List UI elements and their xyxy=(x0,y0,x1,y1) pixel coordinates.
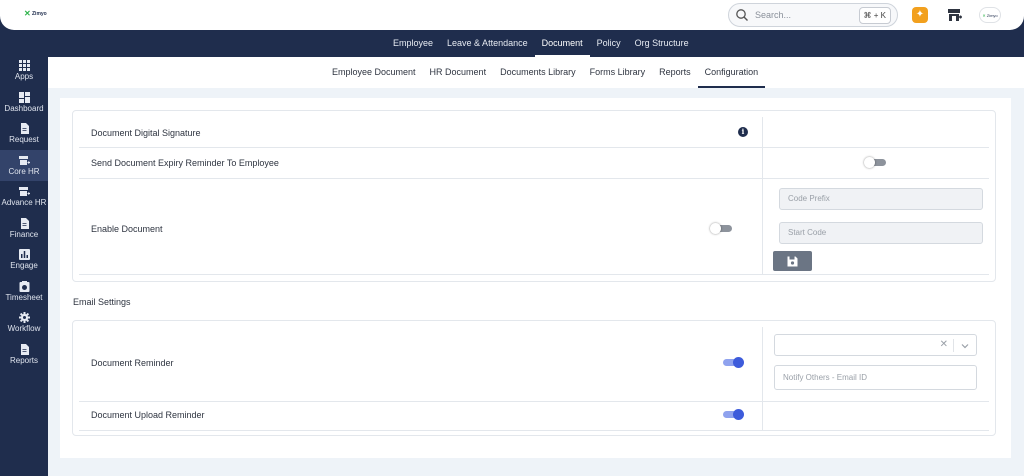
sidebar-item-label: Timesheet xyxy=(5,292,43,302)
sidebar-item-label: Advance HR xyxy=(1,198,47,208)
select-separator xyxy=(953,339,954,352)
search-icon xyxy=(736,9,748,21)
company-logo[interactable]: ✕ Zimyo xyxy=(979,7,1001,23)
sidebar-item-request[interactable]: Request xyxy=(0,118,48,150)
sidebar-item-apps[interactable]: Apps xyxy=(0,55,48,87)
sidebar-item-label: Dashboard xyxy=(4,103,44,113)
app-logo[interactable]: ✕ Zimyo xyxy=(24,9,47,18)
column-divider xyxy=(762,178,763,274)
row-divider xyxy=(79,178,989,179)
upload-reminder-label: Document Upload Reminder xyxy=(91,410,205,420)
reports-document-icon xyxy=(20,343,29,355)
tab-employee-document[interactable]: Employee Document xyxy=(325,57,423,88)
company-logo-mark-icon: ✕ xyxy=(982,12,986,18)
sidebar-item-label: Core HR xyxy=(8,166,40,176)
search-shortcut-badge: ⌘ + K xyxy=(858,6,891,24)
sidebar-item-label: Workflow xyxy=(7,324,41,334)
request-document-icon xyxy=(20,123,29,135)
engage-chart-icon xyxy=(18,249,30,261)
main-nav-document[interactable]: Document xyxy=(534,30,590,57)
column-divider xyxy=(762,327,763,401)
configuration-panel: Document Digital Signature i Send Docume… xyxy=(60,98,1011,458)
row-divider xyxy=(79,147,989,148)
upload-reminder-toggle[interactable] xyxy=(721,409,744,420)
company-logo-text: Zimyo xyxy=(986,12,998,18)
save-button[interactable] xyxy=(773,251,812,271)
zimyo-logo-icon: ✕ xyxy=(24,9,31,18)
main-nav-employee[interactable]: Employee xyxy=(386,30,440,57)
sidebar-item-label: Engage xyxy=(10,261,38,271)
timesheet-icon xyxy=(19,280,29,292)
row-divider xyxy=(79,274,989,275)
search-bar[interactable]: Search... ⌘ + K xyxy=(728,3,898,27)
core-hr-shop-icon xyxy=(18,155,30,165)
main-nav: Employee Leave & Attendance Document Pol… xyxy=(48,30,1024,57)
email-settings-card: Document Reminder ✕ Notify Others - Emai… xyxy=(72,320,996,436)
chevron-down-icon[interactable] xyxy=(960,341,970,351)
sidebar-item-advance-hr[interactable]: Advance HR xyxy=(0,181,48,213)
finance-document-icon xyxy=(20,217,29,229)
row-divider xyxy=(79,430,989,431)
sub-nav: Employee Document HR Document Documents … xyxy=(48,57,1024,88)
notify-others-email-input[interactable]: Notify Others - Email ID xyxy=(774,365,977,390)
sidebar-item-label: Reports xyxy=(9,355,38,365)
document-settings-card: Document Digital Signature i Send Docume… xyxy=(72,110,996,282)
enable-document-label: Enable Document xyxy=(91,224,163,234)
advance-hr-shop-icon xyxy=(18,187,30,197)
code-prefix-input[interactable]: Code Prefix xyxy=(779,188,983,210)
store-icon[interactable] xyxy=(947,7,963,23)
tab-documents-library[interactable]: Documents Library xyxy=(493,57,583,88)
column-divider xyxy=(762,117,763,147)
top-bar: ✕ Zimyo Search... ⌘ + K ✦ ✕ Zimyo xyxy=(0,0,1024,30)
digital-signature-label: Document Digital Signature xyxy=(91,128,201,138)
tab-hr-document[interactable]: HR Document xyxy=(423,57,494,88)
sidebar-item-reports[interactable]: Reports xyxy=(0,339,48,371)
info-icon[interactable]: i xyxy=(738,127,748,137)
email-settings-title: Email Settings xyxy=(73,297,131,307)
ai-sparkle-icon[interactable]: ✦ xyxy=(912,7,928,23)
content-area: Document Digital Signature i Send Docume… xyxy=(48,88,1024,476)
sidebar-item-label: Apps xyxy=(14,72,34,82)
sidebar-item-core-hr[interactable]: Core HR xyxy=(0,149,48,181)
document-reminder-toggle[interactable] xyxy=(721,357,744,368)
tab-reports[interactable]: Reports xyxy=(652,57,698,88)
sidebar-item-engage[interactable]: Engage xyxy=(0,244,48,276)
expiry-reminder-label: Send Document Expiry Reminder To Employe… xyxy=(91,158,279,168)
dashboard-icon xyxy=(18,91,30,103)
main-nav-leave-attendance[interactable]: Leave & Attendance xyxy=(440,30,535,57)
sidebar-item-label: Request xyxy=(9,135,39,145)
row-divider xyxy=(79,401,989,402)
document-reminder-label: Document Reminder xyxy=(91,358,174,368)
apps-grid-icon xyxy=(18,60,30,72)
enable-document-toggle[interactable] xyxy=(710,223,732,234)
reminder-recipient-select[interactable]: ✕ xyxy=(774,334,977,356)
expiry-reminder-toggle[interactable] xyxy=(864,157,886,168)
logo-text: Zimyo xyxy=(32,10,47,17)
sidebar-item-label: Finance xyxy=(9,229,39,239)
start-code-input[interactable]: Start Code xyxy=(779,222,983,244)
sidebar-item-timesheet[interactable]: Timesheet xyxy=(0,276,48,308)
main-nav-org-structure[interactable]: Org Structure xyxy=(628,30,696,57)
sidebar-item-dashboard[interactable]: Dashboard xyxy=(0,87,48,119)
tab-configuration[interactable]: Configuration xyxy=(697,57,766,88)
search-input[interactable]: Search... xyxy=(755,10,859,20)
floppy-disk-icon xyxy=(787,256,798,266)
workflow-gear-icon xyxy=(18,312,30,324)
tab-forms-library[interactable]: Forms Library xyxy=(583,57,653,88)
clear-icon[interactable]: ✕ xyxy=(940,339,948,350)
main-nav-policy[interactable]: Policy xyxy=(590,30,628,57)
sidebar: Apps Dashboard Request Core HR Advance H… xyxy=(0,55,48,370)
sidebar-item-finance[interactable]: Finance xyxy=(0,213,48,245)
sidebar-item-workflow[interactable]: Workflow xyxy=(0,307,48,339)
column-divider xyxy=(762,401,763,430)
column-divider xyxy=(762,147,763,178)
